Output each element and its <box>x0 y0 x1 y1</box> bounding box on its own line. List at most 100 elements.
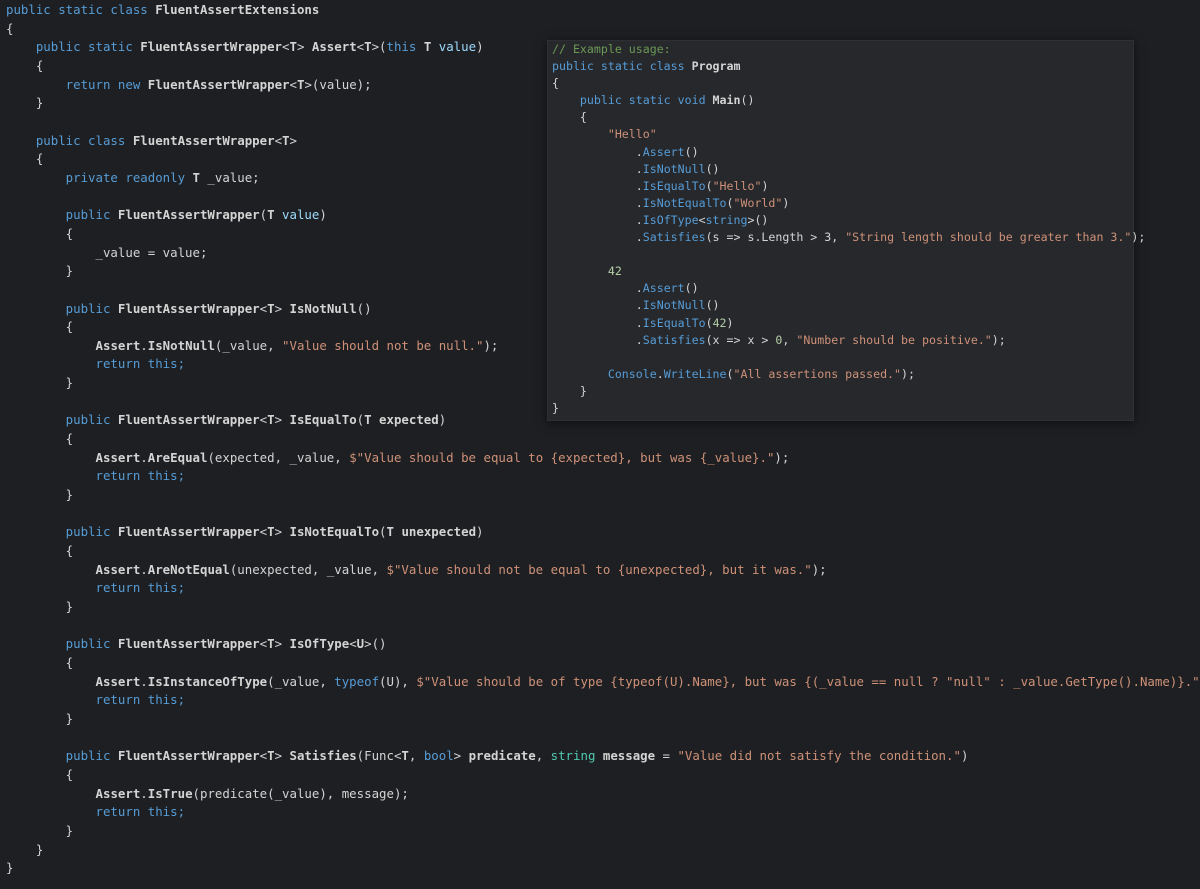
code-token: message <box>602 748 656 764</box>
code-token: predicate <box>468 748 536 764</box>
code-token: , <box>535 748 551 764</box>
code-token: < <box>698 212 706 227</box>
code-line: { <box>6 654 1200 673</box>
code-token: > <box>274 636 290 652</box>
code-token: public static class <box>6 2 156 17</box>
code-token: Program <box>691 59 741 74</box>
code-token: () <box>684 144 699 159</box>
code-token: (s => s.Length > 3, <box>705 230 846 245</box>
code-line: { <box>6 542 1200 561</box>
code-token: (_value, <box>267 673 335 689</box>
code-token: $"Value should be of type {typeof(U).Nam… <box>416 673 1200 689</box>
popup-code-line: public static void Main() <box>552 92 1145 109</box>
code-token: T <box>423 39 439 55</box>
code-token: (expected, _value, <box>207 449 350 465</box>
code-token: . <box>552 178 643 193</box>
code-token: string <box>705 212 748 227</box>
code-token: 42 <box>607 264 622 279</box>
popup-code-line: Console.WriteLine("All assertions passed… <box>552 366 1145 383</box>
popup-code-line: .IsOfType<string>() <box>552 212 1145 229</box>
popup-code-line: .IsEqualTo("Hello") <box>552 178 1145 195</box>
popup-code-line: .IsEqualTo(42) <box>552 315 1145 332</box>
popup-code-line: { <box>552 109 1145 126</box>
code-token: . <box>656 366 664 381</box>
code-line: Assert.IsTrue(predicate(_value), message… <box>6 785 1200 804</box>
code-token: ) <box>319 207 327 223</box>
code-token: IsInstanceOfType <box>147 673 268 689</box>
code-token: . <box>552 195 643 210</box>
code-token: < <box>259 524 268 540</box>
code-token: ( <box>705 178 713 193</box>
code-line: Assert.AreNotEqual(unexpected, _value, $… <box>6 561 1200 580</box>
code-token: , <box>782 332 797 347</box>
code-token: { <box>6 20 14 36</box>
code-token: bool <box>423 748 454 764</box>
code-token: IsOfType <box>642 212 699 227</box>
code-token: > <box>274 748 290 764</box>
code-token: ( <box>726 366 734 381</box>
code-token: Assert <box>311 39 357 55</box>
code-editor[interactable]: public static class FluentAssertExtensio… <box>0 0 1200 889</box>
popup-code-line: .IsNotNull() <box>552 297 1145 314</box>
code-token: public <box>6 748 118 764</box>
code-token: FluentAssertExtensions <box>155 2 320 17</box>
code-token: . <box>140 561 148 577</box>
code-token: typeof <box>334 673 380 689</box>
code-token: return new <box>6 76 148 92</box>
code-token: this <box>386 39 424 55</box>
code-token: () <box>356 300 372 316</box>
code-token: { <box>6 57 44 73</box>
code-token: ); <box>901 366 915 381</box>
code-token: public static class <box>552 59 692 74</box>
popup-code-line: 42 <box>552 263 1145 280</box>
code-token: T <box>364 412 380 428</box>
code-line: } <box>6 710 1200 729</box>
code-token: . <box>552 332 643 347</box>
code-token: . <box>552 161 643 176</box>
code-line: return this; <box>6 803 1200 822</box>
code-token: ( <box>705 315 713 330</box>
code-line: Assert.AreEqual(expected, _value, $"Valu… <box>6 449 1200 468</box>
code-token: (x => x > <box>705 332 776 347</box>
code-token: IsNotNull <box>147 337 215 353</box>
code-line: } <box>6 841 1200 860</box>
code-token: (unexpected, _value, <box>229 561 387 577</box>
code-token: } <box>6 599 74 614</box>
code-token: ); <box>774 449 790 465</box>
code-token: "Value should not be null." <box>282 337 484 353</box>
code-token: T <box>282 132 290 148</box>
code-token: () <box>705 161 720 176</box>
code-token: "Value did not satisfy the condition." <box>677 748 961 764</box>
code-token: T <box>267 412 275 428</box>
code-token: > <box>289 132 297 148</box>
code-token: public static <box>6 39 141 55</box>
code-token: Assert <box>642 144 685 159</box>
code-token: { <box>6 151 44 167</box>
code-line: public FluentAssertWrapper<T> IsOfType<U… <box>6 635 1200 654</box>
code-token: T <box>267 207 283 223</box>
code-token: { <box>552 76 559 91</box>
code-token: "Hello" <box>712 178 762 193</box>
code-token: value <box>438 39 477 55</box>
popup-code-line: ​ <box>552 246 1145 263</box>
code-token: { <box>6 431 74 447</box>
code-token: < <box>259 300 268 316</box>
code-token: } <box>552 400 559 415</box>
code-token: { <box>6 654 74 670</box>
code-token: < <box>259 412 268 428</box>
code-token: IsEqualTo <box>642 315 706 330</box>
code-token: Assert <box>95 449 141 465</box>
code-token: return this; <box>6 804 186 820</box>
code-token: ); <box>811 561 827 577</box>
popup-code-line: } <box>552 383 1145 400</box>
code-token: < <box>259 748 268 764</box>
code-token: ) <box>726 315 734 330</box>
code-token: public static void <box>552 93 713 108</box>
code-token: } <box>6 710 74 726</box>
code-token: < <box>356 39 365 55</box>
code-token: Assert <box>95 673 141 689</box>
